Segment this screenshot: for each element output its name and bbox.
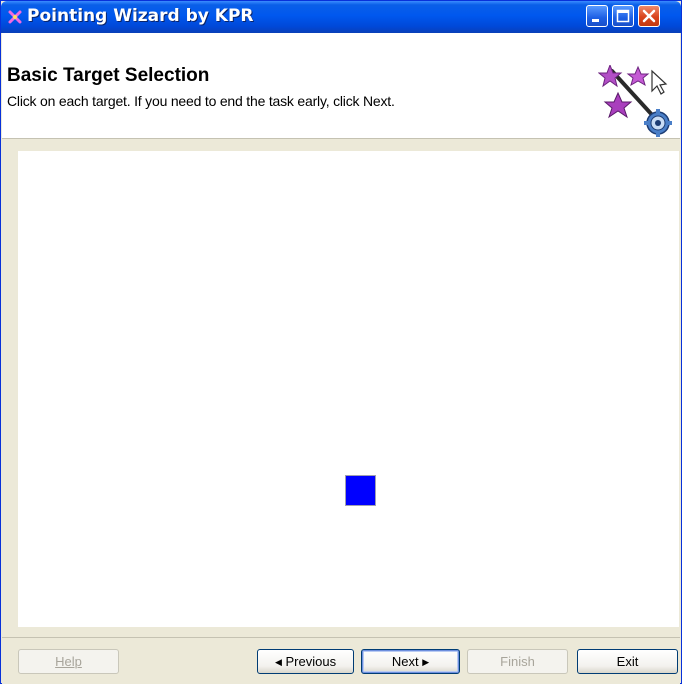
title-bar[interactable]: Pointing Wizard by KPR [1,1,681,33]
exit-label: Exit [616,654,639,669]
close-icon [642,9,656,23]
wizard-header: Basic Target Selection Click on each tar… [2,33,680,139]
help-button[interactable]: Help [18,649,119,674]
wizard-window: Pointing Wizard by KPR Basic Target Sele… [0,0,682,684]
finish-label: Finish [500,654,535,669]
window-title: Pointing Wizard by KPR [27,6,254,26]
minimize-button[interactable] [586,5,608,27]
left-arrow-icon: ◀ [274,657,282,667]
close-button[interactable] [638,5,660,27]
target-canvas[interactable] [18,151,679,627]
page-title: Basic Target Selection [7,65,210,86]
next-label: Next [391,654,419,669]
next-button[interactable]: Next ▶ [361,649,460,674]
finish-button[interactable]: Finish [467,649,568,674]
app-icon [8,10,22,24]
wizard-logo-icon [598,65,672,137]
minimize-icon [592,19,599,22]
right-arrow-icon: ▶ [422,657,430,667]
page-description: Click on each target. If you need to end… [7,93,395,109]
exit-button[interactable]: Exit [577,649,678,674]
click-target[interactable] [345,475,376,506]
maximize-icon [616,9,630,23]
maximize-button[interactable] [612,5,634,27]
previous-button[interactable]: ◀ Previous [257,649,354,674]
help-label: Help [55,654,82,669]
previous-label: Previous [285,654,337,669]
